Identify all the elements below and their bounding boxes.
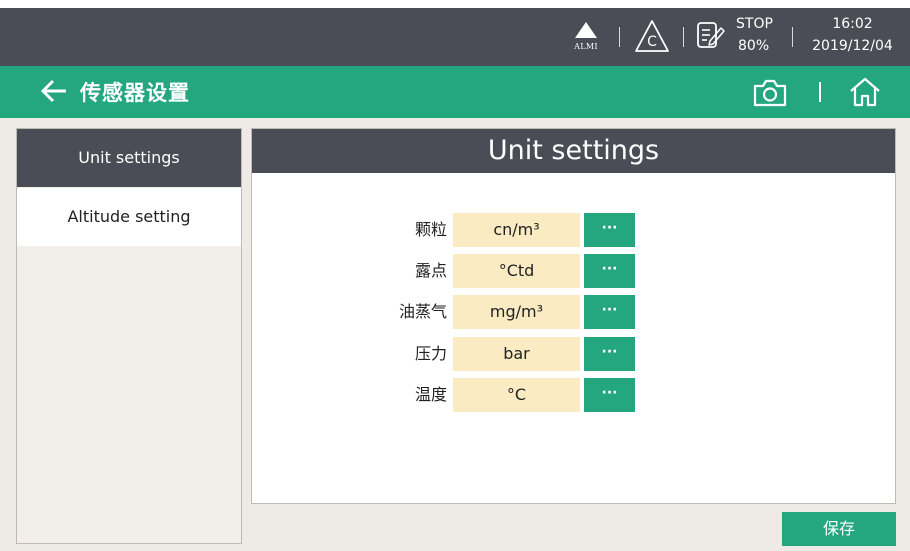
sidebar-item-label: Altitude setting (67, 207, 191, 226)
settings-panel: Unit settings 颗粒 cn/m³ ··· 露点 °Ctd ··· 油… (251, 128, 896, 504)
unit-value-field[interactable]: °C (453, 378, 580, 412)
unit-row-particle: 颗粒 cn/m³ ··· (252, 213, 895, 247)
title-bar: 传感器设置 (0, 66, 910, 118)
clock-date: 2019/12/04 (812, 38, 893, 54)
unit-select-button[interactable]: ··· (584, 295, 635, 329)
camera-icon[interactable] (752, 78, 788, 108)
unit-select-button[interactable]: ··· (584, 337, 635, 371)
sidebar-item-label: Unit settings (78, 148, 180, 167)
unit-row-dewpoint: 露点 °Ctd ··· (252, 254, 895, 288)
alarm-indicator[interactable]: ALMI (566, 8, 606, 66)
row-label: 油蒸气 (398, 302, 447, 321)
row-label: 压力 (414, 344, 447, 363)
row-label: 温度 (414, 385, 447, 404)
recorder-edit-icon[interactable] (694, 8, 726, 66)
alarm-triangle-icon (575, 22, 597, 38)
unit-row-oil-vapor: 油蒸气 mg/m³ ··· (252, 295, 895, 329)
unit-value-field[interactable]: bar (453, 337, 580, 371)
unit-select-button[interactable]: ··· (584, 254, 635, 288)
calibration-c-icon[interactable]: C (630, 8, 674, 66)
unit-value-field[interactable]: cn/m³ (453, 213, 580, 247)
status-divider (619, 27, 620, 47)
page-title: 传感器设置 (80, 81, 190, 105)
row-label: 颗粒 (414, 220, 447, 239)
title-divider (819, 82, 821, 102)
back-arrow-icon[interactable] (40, 77, 68, 105)
panel-title: Unit settings (252, 129, 895, 173)
recorder-percent: 80% (738, 38, 770, 54)
recorder-status: STOP (736, 16, 773, 32)
alarm-label: ALMI (574, 42, 598, 51)
sidebar-item-unit-settings[interactable]: Unit settings (17, 129, 241, 187)
svg-text:C: C (647, 34, 657, 50)
unit-select-button[interactable]: ··· (584, 213, 635, 247)
unit-row-temperature: 温度 °C ··· (252, 378, 895, 412)
home-icon[interactable] (848, 76, 882, 108)
unit-row-pressure: 压力 bar ··· (252, 337, 895, 371)
unit-value-field[interactable]: mg/m³ (453, 295, 580, 329)
status-bar: ALMI C STOP 80% 16:02 2019/12/04 (0, 8, 910, 66)
sidebar: Unit settings Altitude setting (16, 128, 242, 544)
status-divider (683, 27, 684, 47)
save-button[interactable]: 保存 (782, 512, 896, 546)
sidebar-item-altitude-setting[interactable]: Altitude setting (17, 188, 241, 246)
clock-time: 16:02 (832, 16, 873, 32)
unit-select-button[interactable]: ··· (584, 378, 635, 412)
unit-value-field[interactable]: °Ctd (453, 254, 580, 288)
status-divider (792, 27, 793, 47)
row-label: 露点 (414, 261, 447, 280)
